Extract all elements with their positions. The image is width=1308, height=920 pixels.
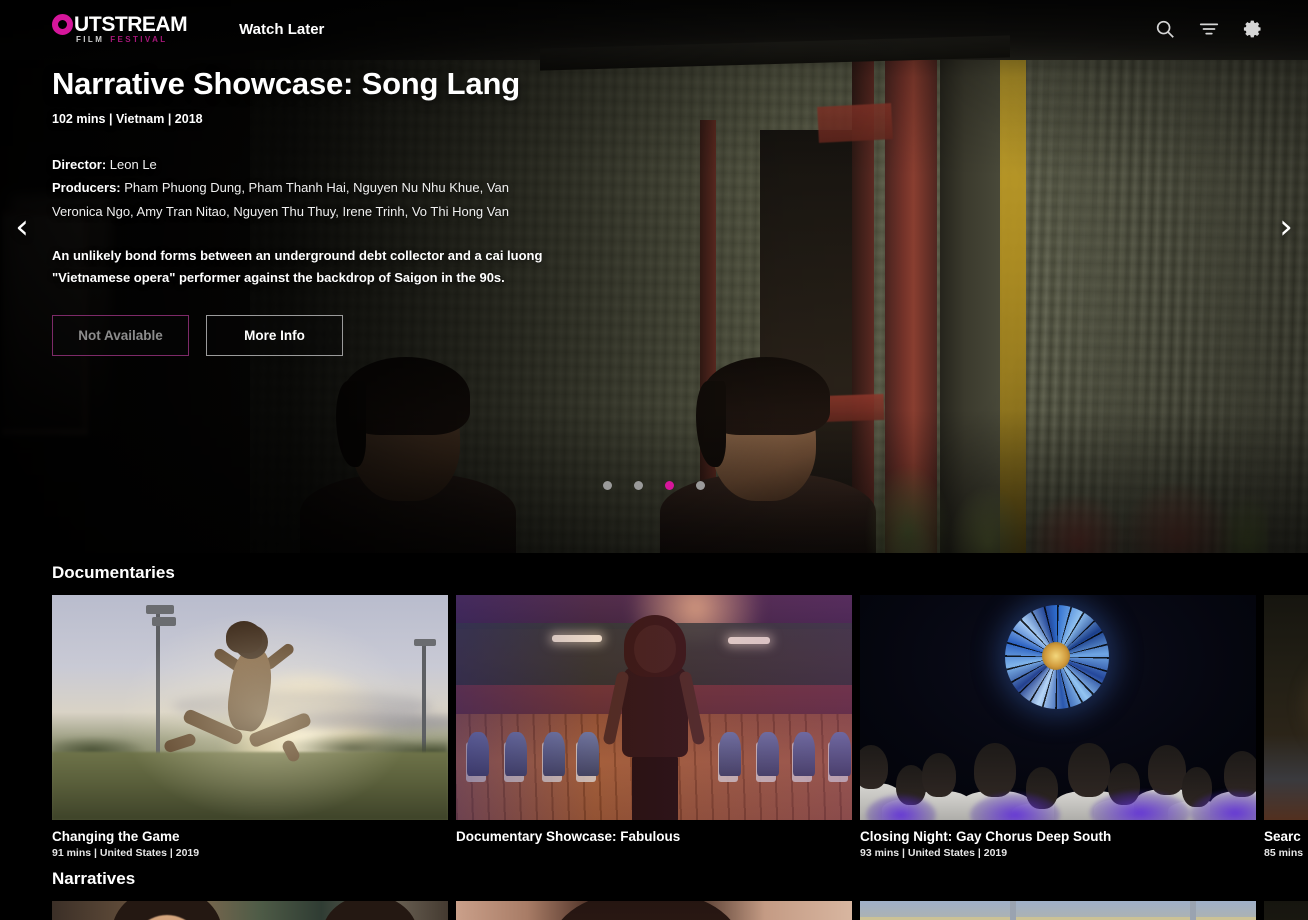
hero-producers-label: Producers: [52,180,121,196]
row-title: Documentaries [52,563,175,582]
hero-credits: Director: Leon Le Producers: Pham Phuong… [52,153,557,224]
logo-film-text: FILM [76,35,105,44]
more-info-button[interactable]: More Info [206,314,343,356]
film-card[interactable] [52,901,448,920]
search-icon[interactable] [1154,18,1176,40]
hero-title: Narrative Showcase: Song Lang [52,66,520,101]
hero-producers-line: Producers: Pham Phuong Dung, Pham Thanh … [52,176,557,224]
hero-director-label: Director: [52,156,107,172]
app-root: ‹ › Narrative Showcase: Song Lang 102 mi… [0,0,1308,920]
film-meta: 91 mins | United States | 2019 [52,847,200,859]
hero-carousel[interactable]: ‹ › Narrative Showcase: Song Lang 102 mi… [0,0,1308,553]
film-meta: 93 mins | United States | 2019 [860,847,1008,859]
not-available-button[interactable]: Not Available [52,314,189,356]
filter-icon[interactable] [1198,18,1220,40]
film-card[interactable] [860,901,1256,920]
carousel-dots[interactable] [0,481,1308,490]
film-artwork [52,595,448,820]
gear-icon[interactable] [1242,18,1264,40]
carousel-prev-arrow[interactable]: ‹ [0,205,44,249]
top-navigation-bar: UT STREAM FILM FESTIVAL Watch Later [0,0,1308,58]
hero-action-buttons: Not Available More Info [52,314,652,356]
logo-o-circle-icon [52,14,73,35]
film-artwork [860,901,1256,920]
film-thumbnail[interactable] [456,901,852,920]
film-title: Closing Night: Gay Chorus Deep South [860,829,1112,844]
hero-info-panel: Narrative Showcase: Song Lang 102 mins |… [52,66,652,356]
carousel-dot-1[interactable] [603,481,612,490]
film-title: Changing the Game [52,829,180,844]
content-row: Documentaries Changing the Game 91 mins |… [0,553,1308,859]
card-carousel[interactable] [0,901,1308,920]
film-thumbnail[interactable] [860,901,1256,920]
film-card[interactable]: Closing Night: Gay Chorus Deep South 93 m… [860,595,1256,859]
film-artwork [860,595,1256,820]
film-title: Documentary Showcase: Fabulous [456,829,681,844]
film-artwork [456,901,852,920]
film-title: Searc [1264,829,1301,844]
site-logo[interactable]: UT STREAM FILM FESTIVAL [52,13,188,44]
hero-director-line: Director: Leon Le [52,153,557,177]
film-artwork [456,595,852,820]
film-artwork [1264,901,1308,920]
nav-watch-later[interactable]: Watch Later [239,21,324,38]
film-card[interactable] [1264,901,1308,920]
logo-tagline: FILM FESTIVAL [76,36,187,44]
carousel-dot-2[interactable] [634,481,643,490]
film-artwork [52,901,448,920]
film-thumbnail[interactable] [52,595,448,820]
logo-wordmark: UT STREAM [52,13,188,36]
hero-director-value: Leon Le [106,156,157,172]
film-thumbnail[interactable] [456,595,852,820]
logo-stream-text: STREAM [101,13,188,36]
row-title: Narratives [52,869,136,888]
content-rows: Documentaries Changing the Game 91 mins |… [0,553,1308,920]
hero-meta: 102 mins | Vietnam | 2018 [52,111,203,126]
film-card[interactable]: Changing the Game 91 mins | United States… [52,595,448,859]
hero-synopsis: An unlikely bond forms between an underg… [52,247,543,286]
film-card[interactable]: Searc 85 mins [1264,595,1308,859]
logo-festival-text: FESTIVAL [110,35,168,44]
topbar-actions [1154,18,1264,40]
film-card[interactable]: Documentary Showcase: Fabulous [456,595,852,859]
film-meta: 85 mins [1264,847,1304,859]
content-row: Narratives [0,859,1308,920]
carousel-dot-4[interactable] [696,481,705,490]
carousel-dot-3[interactable] [665,481,674,490]
film-artwork [1264,595,1308,820]
film-card[interactable] [456,901,852,920]
film-thumbnail[interactable] [1264,595,1308,820]
logo-ut-text: UT [74,13,102,36]
film-thumbnail[interactable] [52,901,448,920]
hero-producers-value: Pham Phuong Dung, Pham Thanh Hai, Nguyen… [52,180,509,220]
carousel-next-arrow[interactable]: › [1264,205,1308,249]
card-carousel[interactable]: Changing the Game 91 mins | United States… [0,595,1308,859]
film-thumbnail[interactable] [860,595,1256,820]
film-thumbnail[interactable] [1264,901,1308,920]
